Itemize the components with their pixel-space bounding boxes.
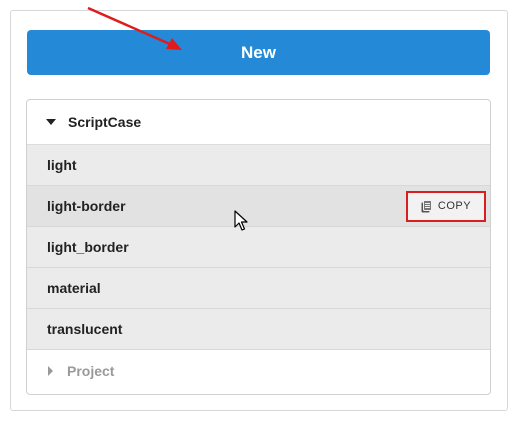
list-item-light[interactable]: light: [27, 145, 490, 186]
group-header-project[interactable]: Project: [27, 350, 490, 392]
group-title: Project: [67, 363, 115, 379]
copy-button[interactable]: COPY: [406, 190, 486, 222]
copy-button-label: COPY: [437, 200, 472, 212]
caret-right-icon: [48, 366, 53, 376]
list-item-light_border[interactable]: light_border: [27, 227, 490, 268]
list-item-label: light: [47, 157, 77, 173]
list-item-translucent[interactable]: translucent: [27, 309, 490, 350]
copy-icon: [421, 199, 432, 212]
list-item-label: material: [47, 280, 101, 296]
script-tree: ScriptCase light light-border COPY light…: [26, 99, 491, 395]
list-item-label: light-border: [47, 198, 126, 214]
group-header-scriptcase[interactable]: ScriptCase: [27, 100, 490, 145]
group-title: ScriptCase: [68, 114, 142, 130]
new-button[interactable]: New: [27, 30, 490, 75]
list-item-light-border[interactable]: light-border COPY: [27, 186, 490, 227]
caret-down-icon: [46, 119, 56, 125]
list-item-label: translucent: [47, 321, 123, 337]
list-item-material[interactable]: material: [27, 268, 490, 309]
list-item-label: light_border: [47, 239, 129, 255]
